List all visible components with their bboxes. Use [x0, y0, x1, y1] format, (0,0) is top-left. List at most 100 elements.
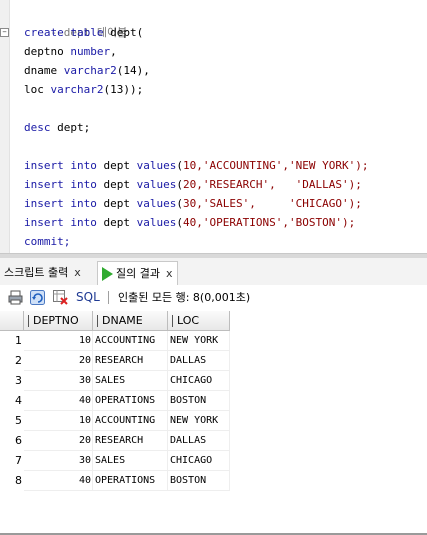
code-line-insert: insert into dept values(20,'RESEARCH', '… — [24, 175, 362, 194]
table-row[interactable]: 8 40 OPERATIONS BOSTON — [0, 471, 230, 491]
cell-loc[interactable]: BOSTON — [168, 471, 230, 491]
cell-dname[interactable]: SALES — [93, 451, 168, 471]
into-keyword: into — [70, 159, 97, 172]
cell-deptno[interactable]: 20 — [24, 351, 93, 371]
row-number-header — [0, 311, 24, 331]
code-line-desc: desc dept; — [24, 118, 90, 137]
into-keyword: into — [70, 197, 97, 210]
cell-deptno[interactable]: 40 — [24, 471, 93, 491]
tab-script-output[interactable]: 스크립트 출력 x — [0, 261, 85, 284]
cell-deptno[interactable]: 30 — [24, 451, 93, 471]
cell-dname[interactable]: RESEARCH — [93, 351, 168, 371]
run-icon — [102, 267, 113, 281]
cell-loc[interactable]: NEW YORK — [168, 331, 230, 351]
cell-deptno[interactable]: 30 — [24, 371, 93, 391]
insert-strings: ,'RESEARCH', 'DALLAS'); — [196, 178, 362, 191]
cell-loc[interactable]: CHICAGO — [168, 371, 230, 391]
table-row[interactable]: 5 10 ACCOUNTING NEW YORK — [0, 411, 230, 431]
fold-toggle-icon[interactable]: − — [0, 28, 9, 37]
code-line-col1: deptno number, — [24, 45, 117, 58]
cell-deptno[interactable]: 20 — [24, 431, 93, 451]
close-icon[interactable]: x — [74, 266, 81, 279]
column-length: (14), — [116, 64, 150, 77]
insert-number: 10 — [183, 159, 197, 172]
close-icon[interactable]: x — [166, 267, 173, 280]
column-name: deptno — [24, 45, 64, 58]
column-header-deptno[interactable]: DEPTNO — [24, 311, 93, 331]
row-number: 6 — [15, 434, 22, 447]
toolbar-divider — [108, 291, 109, 304]
cell-loc[interactable]: NEW YORK — [168, 411, 230, 431]
insert-table: dept — [96, 178, 137, 191]
tab-query-result-label: 질의 결과 — [116, 267, 160, 280]
insert-keyword: insert — [24, 197, 64, 210]
code-line-comment: --dept 테이블 — [24, 4, 128, 39]
code-line-col2: dname varchar2(14), — [24, 61, 150, 80]
cell-loc[interactable]: DALLAS — [168, 351, 230, 371]
column-header-dname[interactable]: DNAME — [93, 311, 168, 331]
code-line-insert: insert into dept values(30,'SALES', 'CHI… — [24, 194, 362, 213]
column-header-label: DEPTNO — [33, 314, 79, 327]
row-number: 5 — [15, 414, 22, 427]
result-toolbar: SQL 인출된 모든 행: 8(0,001초) — [0, 285, 427, 311]
table-row[interactable]: 3 30 SALES CHICAGO — [0, 371, 230, 391]
row-number: 3 — [15, 374, 22, 387]
cell-dname[interactable]: RESEARCH — [93, 431, 168, 451]
column-name: loc — [24, 83, 44, 96]
row-number: 8 — [15, 474, 22, 487]
table-row[interactable]: 2 20 RESEARCH DALLAS — [0, 351, 230, 371]
column-header-marker-icon — [28, 315, 29, 327]
code-line-insert: insert into dept values(10,'ACCOUNTING',… — [24, 156, 368, 175]
into-keyword: into — [70, 216, 97, 229]
cell-dname[interactable]: OPERATIONS — [93, 471, 168, 491]
column-header-marker-icon — [97, 315, 98, 327]
cell-loc[interactable]: DALLAS — [168, 431, 230, 451]
table-row[interactable]: 7 30 SALES CHICAGO — [0, 451, 230, 471]
column-type: number — [70, 45, 111, 58]
cell-deptno[interactable]: 10 — [24, 331, 93, 351]
insert-table: dept — [96, 216, 137, 229]
print-icon[interactable] — [8, 290, 23, 305]
sql-button[interactable]: SQL — [76, 290, 100, 305]
cell-loc[interactable]: CHICAGO — [168, 451, 230, 471]
paren: ( — [176, 178, 183, 191]
paren: ( — [176, 216, 183, 229]
cell-deptno[interactable]: 40 — [24, 391, 93, 411]
tab-script-output-label: 스크립트 출력 — [4, 266, 69, 279]
values-keyword: values — [136, 197, 177, 210]
insert-strings: ,'ACCOUNTING','NEW YORK'); — [196, 159, 369, 172]
column-length: (13)); — [103, 83, 144, 96]
cell-dname[interactable]: ACCOUNTING — [93, 331, 168, 351]
column-type: varchar2 — [50, 83, 104, 96]
table-row[interactable]: 4 40 OPERATIONS BOSTON — [0, 391, 230, 411]
row-number: 7 — [15, 454, 22, 467]
tab-query-result[interactable]: 질의 결과 x — [97, 261, 178, 286]
clear-grid-icon[interactable] — [53, 290, 68, 305]
cell-dname[interactable]: SALES — [93, 371, 168, 391]
column-header-label: DNAME — [102, 314, 143, 327]
result-grid[interactable]: DEPTNO DNAME LOC 1 10 ACCOUNTING NEW YOR… — [0, 311, 427, 535]
column-type: varchar2 — [63, 64, 117, 77]
editor-gutter: − — [0, 0, 10, 253]
fetch-status: 인출된 모든 행: 8(0,001초) — [118, 291, 251, 304]
insert-strings: ,'SALES', 'CHICAGO'); — [196, 197, 362, 210]
insert-keyword: insert — [24, 216, 64, 229]
cell-dname[interactable]: ACCOUNTING — [93, 411, 168, 431]
cell-deptno[interactable]: 10 — [24, 411, 93, 431]
sql-editor[interactable]: − --dept 테이블 create table dept( deptno n… — [0, 0, 427, 253]
table-row[interactable]: 6 20 RESEARCH DALLAS — [0, 431, 230, 451]
cell-loc[interactable]: BOSTON — [168, 391, 230, 411]
desc-keyword: desc — [24, 121, 51, 134]
refresh-icon[interactable] — [30, 290, 45, 305]
output-tab-bar: 스크립트 출력 x 질의 결과 x — [0, 258, 427, 286]
column-header-loc[interactable]: LOC — [168, 311, 230, 331]
desc-target: dept; — [50, 121, 91, 134]
create-target: dept( — [103, 26, 144, 39]
column-header-label: LOC — [177, 314, 200, 327]
insert-number: 40 — [183, 216, 197, 229]
code-line-insert: insert into dept values(40,'OPERATIONS',… — [24, 213, 355, 232]
cell-dname[interactable]: OPERATIONS — [93, 391, 168, 411]
code-line-create: create table dept( — [24, 23, 143, 42]
table-row[interactable]: 1 10 ACCOUNTING NEW YORK — [0, 331, 230, 351]
insert-keyword: insert — [24, 178, 64, 191]
